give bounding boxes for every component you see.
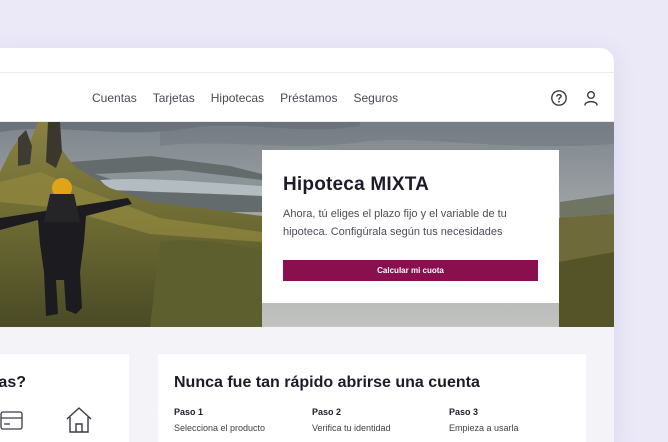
step-label: Paso 3	[449, 407, 479, 417]
step-description: Empieza a usarla	[449, 423, 519, 433]
user-icon[interactable]	[582, 89, 600, 107]
home-icon[interactable]	[64, 405, 94, 435]
nav-item-hipotecas[interactable]: Hipotecas	[211, 91, 264, 105]
left-info-card: tas?	[0, 354, 129, 442]
browser-window: Cuentas Tarjetas Hipotecas Préstamos Seg…	[0, 48, 614, 442]
hero-description: Ahora, tú eliges el plazo fijo y el vari…	[283, 208, 507, 238]
hero-promo-card: Hipoteca MIXTA Ahora, tú eliges el plazo…	[262, 150, 559, 303]
nav-item-prestamos[interactable]: Préstamos	[280, 91, 337, 105]
step-label: Paso 2	[312, 407, 342, 417]
step-1: Paso 1 Selecciona el producto	[174, 407, 265, 433]
open-account-card: Nunca fue tan rápido abrirse una cuenta …	[158, 354, 586, 442]
nav-item-seguros[interactable]: Seguros	[353, 91, 398, 105]
nav-item-tarjetas[interactable]: Tarjetas	[153, 91, 195, 105]
hero-title: Hipoteca MIXTA	[283, 174, 430, 195]
nav-item-cuentas[interactable]: Cuentas	[92, 91, 137, 105]
help-circle-icon[interactable]	[550, 89, 568, 107]
main-navbar: Cuentas Tarjetas Hipotecas Préstamos Seg…	[0, 72, 614, 122]
hero-banner: Hipoteca MIXTA Ahora, tú eliges el plazo…	[0, 122, 614, 327]
step-label: Paso 1	[174, 407, 204, 417]
nav-icons	[550, 73, 600, 123]
left-card-title: tas?	[0, 374, 26, 391]
calculate-quota-button[interactable]: Calcular mi cuota	[283, 260, 538, 281]
window-top-strip	[0, 48, 614, 72]
step-description: Selecciona el producto	[174, 423, 266, 433]
step-description: Verifica tu identidad	[312, 423, 391, 433]
step-2: Paso 2 Verifica tu identidad	[312, 407, 391, 433]
open-account-title: Nunca fue tan rápido abrirse una cuenta	[174, 374, 480, 391]
nav-links: Cuentas Tarjetas Hipotecas Préstamos Seg…	[92, 73, 398, 123]
credit-card-icon[interactable]	[0, 410, 24, 432]
step-3: Paso 3 Empieza a usarla	[449, 407, 519, 433]
